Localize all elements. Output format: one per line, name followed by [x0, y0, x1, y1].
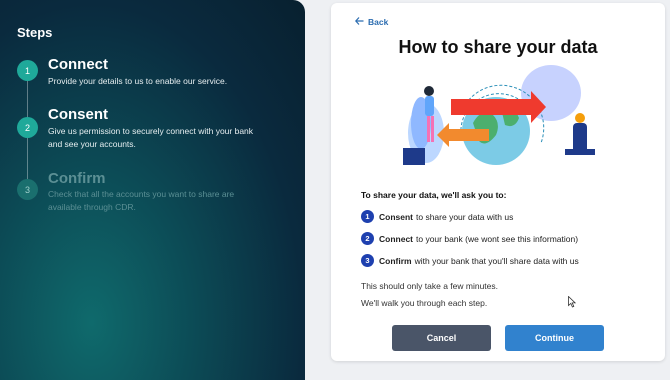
- mouse-cursor-icon: [568, 296, 576, 308]
- back-link[interactable]: Back: [354, 17, 389, 27]
- step-3-title: Confirm: [48, 170, 106, 187]
- step-connector: [27, 80, 28, 118]
- back-label: Back: [368, 17, 389, 27]
- list-item-keyword: Connect: [379, 233, 413, 244]
- step-number-badge: 3: [361, 254, 374, 267]
- list-item-text: to your bank (we wont see this informati…: [416, 233, 579, 244]
- step-number-badge: 2: [361, 232, 374, 245]
- intro-text: To share your data, we'll ask you to:: [361, 190, 507, 200]
- list-item: 1 Consent to share your data with us: [361, 210, 513, 223]
- list-item-text: to share your data with us: [416, 211, 514, 222]
- continue-button[interactable]: Continue: [505, 325, 604, 351]
- steps-heading: Steps: [17, 25, 53, 40]
- list-item: 3 Confirm with your bank that you'll sha…: [361, 254, 579, 267]
- page-title: How to share your data: [398, 37, 598, 57]
- step-1-number: 1: [17, 60, 38, 81]
- cancel-button[interactable]: Cancel: [392, 325, 491, 351]
- list-item-text: with your bank that you'll share data wi…: [414, 255, 579, 266]
- step-connector: [27, 137, 28, 179]
- data-sharing-illustration: [403, 65, 595, 165]
- steps-panel: Steps 1 Connect Provide your details to …: [0, 0, 305, 380]
- step-1-title: Connect: [48, 56, 108, 73]
- step-2-number: 2: [17, 117, 38, 138]
- guidance-note: We'll walk you through each step.: [361, 298, 488, 308]
- step-2-description: Give us permission to securely connect w…: [48, 126, 254, 149]
- list-item-keyword: Confirm: [379, 255, 412, 266]
- back-arrow-icon: [354, 17, 364, 27]
- step-3-description: Check that all the accounts you want to …: [48, 189, 235, 212]
- step-3-number: 3: [17, 179, 38, 200]
- step-2-title: Consent: [48, 106, 108, 123]
- list-item: 2 Connect to your bank (we wont see this…: [361, 232, 578, 245]
- step-number-badge: 1: [361, 210, 374, 223]
- duration-note: This should only take a few minutes.: [361, 281, 499, 291]
- share-data-card: Back How to share your data To share you…: [331, 3, 665, 361]
- list-item-keyword: Consent: [379, 211, 413, 222]
- step-1-description: Provide your details to us to enable our…: [48, 76, 228, 86]
